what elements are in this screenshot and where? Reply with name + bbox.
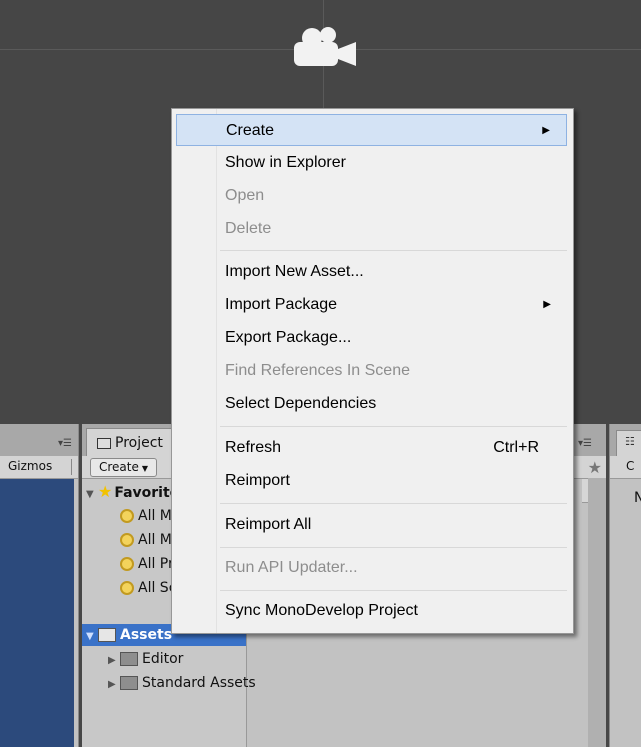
folder-icon [120, 676, 138, 690]
menu-item-delete[interactable]: Delete [176, 213, 567, 245]
tree-item-label: Editor [142, 651, 184, 667]
search-icon [120, 533, 134, 547]
toolbar-separator [71, 459, 72, 475]
star-icon[interactable]: ★ [588, 458, 602, 477]
expand-triangle-icon[interactable]: ▼ [86, 626, 98, 648]
menu-item-label: Refresh [225, 439, 282, 456]
menu-item-label: Import Package [225, 296, 338, 313]
menu-item-shortcut: Ctrl+R [493, 439, 539, 456]
menu-item-label: Import New Asset... [225, 263, 364, 280]
menu-item-label: Find References In Scene [225, 362, 410, 379]
console-icon: ☷ [625, 435, 635, 448]
menu-item-label: Sync MonoDevelop Project [225, 602, 418, 619]
panel-menu-icon[interactable]: ▾☰ [578, 438, 592, 449]
create-dropdown[interactable]: Create ▼ [90, 458, 158, 477]
menu-item-run-api-updater[interactable]: Run API Updater... [176, 552, 567, 584]
submenu-arrow-icon: ▶ [542, 125, 550, 136]
menu-item-label: Create [226, 122, 275, 139]
left-panel-toolbar: Gizmos [0, 456, 78, 479]
right-panel: ☷ C N [609, 424, 641, 747]
star-icon: ★ [98, 482, 113, 501]
menu-item-show-in-explorer[interactable]: Show in Explorer [176, 147, 567, 179]
search-icon [120, 557, 134, 571]
folder-icon [120, 652, 138, 666]
folder-icon [97, 438, 111, 449]
menu-item-reimport-all[interactable]: Reimport All [176, 509, 567, 541]
submenu-arrow-icon: ▶ [543, 299, 551, 310]
menu-item-label: Reimport All [225, 516, 312, 533]
menu-separator [220, 503, 567, 504]
right-panel-tabbar: ☷ [610, 424, 641, 458]
menu-item-refresh[interactable]: Refresh Ctrl+R [176, 432, 567, 464]
menu-item-label: Reimport [225, 472, 290, 489]
menu-item-open[interactable]: Open [176, 180, 567, 212]
menu-item-create[interactable]: Create ▶ [176, 114, 567, 146]
menu-item-find-references[interactable]: Find References In Scene [176, 355, 567, 387]
tree-item-folder[interactable]: ▶ Standard Assets [108, 672, 256, 694]
tree-item-label: Assets [120, 627, 173, 643]
tab-console[interactable]: ☷ [616, 430, 641, 458]
menu-separator [220, 590, 567, 591]
menu-item-label: Export Package... [225, 329, 352, 346]
scrollbar[interactable] [588, 478, 606, 747]
menu-item-reimport[interactable]: Reimport [176, 465, 567, 497]
tree-item-folder[interactable]: ▶ Editor [108, 648, 183, 670]
left-panel-content [0, 479, 74, 747]
toolbar-button[interactable]: C [626, 459, 634, 473]
left-panel-tabbar: ▾☰ [0, 424, 78, 456]
menu-item-label: Delete [225, 220, 272, 237]
panel-menu-icon[interactable]: ▾☰ [58, 438, 72, 449]
search-icon [120, 509, 134, 523]
menu-separator [220, 547, 567, 548]
menu-item-export-package[interactable]: Export Package... [176, 322, 567, 354]
camera-gizmo-icon[interactable] [288, 22, 360, 74]
gizmos-button[interactable]: Gizmos [8, 459, 52, 473]
expand-triangle-icon[interactable]: ▶ [108, 650, 120, 672]
chevron-down-icon: ▼ [141, 464, 149, 473]
tree-item-label: Standard Assets [142, 675, 256, 691]
expand-triangle-icon[interactable]: ▶ [108, 674, 120, 696]
menu-item-label: Select Dependencies [225, 395, 377, 412]
menu-item-label: Run API Updater... [225, 559, 358, 576]
tab-project-label: Project [115, 435, 163, 451]
menu-item-sync-monodevelop[interactable]: Sync MonoDevelop Project [176, 595, 567, 627]
create-dropdown-label: Create [99, 460, 139, 474]
menu-item-label: Open [225, 187, 265, 204]
menu-separator [220, 250, 567, 251]
context-menu: Create ▶ Show in Explorer Open Delete Im… [171, 108, 574, 634]
expand-triangle-icon[interactable]: ▼ [86, 484, 98, 506]
menu-separator [220, 426, 567, 427]
menu-item-import-new-asset[interactable]: Import New Asset... [176, 256, 567, 288]
menu-item-select-dependencies[interactable]: Select Dependencies [176, 388, 567, 420]
tab-project[interactable]: Project [86, 428, 178, 457]
right-panel-text: N [634, 490, 641, 506]
folder-icon [98, 628, 116, 642]
search-icon [120, 581, 134, 595]
right-panel-toolbar: C [610, 456, 641, 479]
left-panel: ▾☰ Gizmos [0, 424, 79, 747]
menu-item-label: Show in Explorer [225, 154, 346, 171]
menu-item-import-package[interactable]: Import Package ▶ [176, 289, 567, 321]
